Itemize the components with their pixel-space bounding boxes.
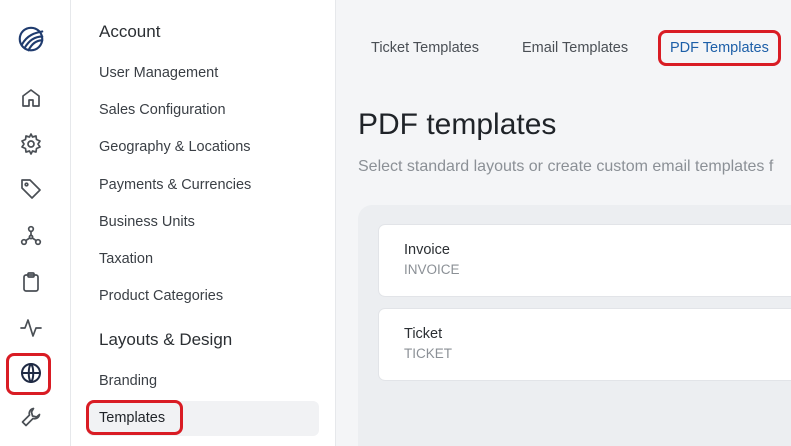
tag-icon[interactable] [12,170,50,208]
nav-item-taxation[interactable]: Taxation [99,251,153,267]
clipboard-icon[interactable] [12,263,50,301]
nav-item-sales-configuration[interactable]: Sales Configuration [99,102,226,118]
network-icon[interactable] [12,217,50,255]
template-code: INVOICE [404,262,460,277]
logo-globe-icon[interactable] [12,20,50,58]
template-code: TICKET [404,346,453,361]
page-title: PDF templates [358,108,557,141]
template-card-ticket[interactable]: Ticket TICKET [378,308,791,381]
template-name: Invoice [404,242,450,258]
nav-item-user-management[interactable]: User Management [99,65,218,81]
nav-item-product-categories[interactable]: Product Categories [99,288,223,304]
tab-pdf-templates[interactable]: PDF Templates [670,40,769,56]
template-card-invoice[interactable]: Invoice INVOICE [378,224,791,297]
nav-item-templates[interactable]: Templates [99,410,165,426]
wrench-icon[interactable] [12,398,50,436]
activity-icon[interactable] [12,309,50,347]
template-name: Ticket [404,326,443,342]
tab-ticket-templates[interactable]: Ticket Templates [371,40,479,56]
nav-item-payments-currencies[interactable]: Payments & Currencies [99,177,251,193]
nav-item-geography-locations[interactable]: Geography & Locations [99,139,251,155]
nav-item-business-units[interactable]: Business Units [99,214,195,230]
nav-heading-account: Account [99,22,161,41]
page-subtitle: Select standard layouts or create custom… [358,158,774,175]
main-content: Ticket Templates Email Templates PDF Tem… [336,0,791,446]
tab-email-templates[interactable]: Email Templates [522,40,628,56]
settings-nav: Account User Management Sales Configurat… [71,0,336,446]
nav-item-branding[interactable]: Branding [99,373,157,389]
gear-icon[interactable] [12,125,50,163]
icon-rail [0,0,71,446]
nav-heading-layouts-design: Layouts & Design [99,330,233,349]
globe-icon[interactable] [12,354,50,392]
home-icon[interactable] [12,79,50,117]
